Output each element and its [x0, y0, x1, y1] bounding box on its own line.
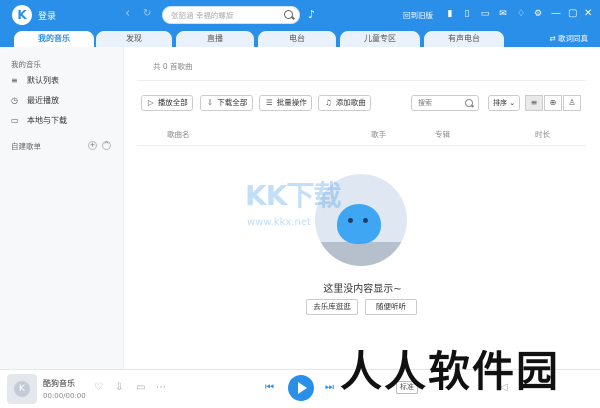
sync-icon: ⇄ — [549, 34, 558, 43]
search-icon[interactable] — [284, 10, 293, 19]
previous-button[interactable]: ⏮ — [265, 382, 274, 393]
add-playlist-icon[interactable]: + — [88, 141, 97, 150]
minimize-icon[interactable]: — — [551, 8, 561, 20]
comment-icon[interactable]: ▭ — [136, 382, 145, 394]
next-button[interactable]: ⏭ — [325, 382, 334, 393]
song-search-input[interactable] — [418, 98, 458, 108]
sidebar-item-default-list[interactable]: ≡ 默认列表 — [11, 74, 59, 88]
random-listen-button[interactable]: 随便听听 — [365, 299, 417, 315]
now-playing-title[interactable]: 酷狗音乐 — [43, 378, 75, 389]
illus-eye — [348, 218, 353, 223]
divider — [137, 80, 587, 81]
play-time: 00:00/00:00 — [43, 392, 86, 400]
sort-label: 排序 — [493, 99, 507, 107]
column-album[interactable]: 专辑 — [435, 129, 450, 140]
tab-discover[interactable]: 发现 — [96, 31, 172, 47]
top-search-box[interactable] — [162, 6, 300, 24]
monitor-icon: ▭ — [11, 116, 19, 125]
sync-label: 歌词同真 — [558, 34, 588, 43]
list-view-button[interactable]: ≡ — [525, 95, 543, 111]
main-tab-bar: 我的音乐 发现 直播 电台 儿童专区 有声电台 ⇄ 歌词同真 — [0, 30, 600, 47]
download-all-button[interactable]: ⇩ 下载全部 — [200, 95, 253, 111]
kugou-logo-icon[interactable]: K — [12, 5, 32, 25]
top-bar: K 登录 ‹ ↻ ♪ 回到旧版 ▮ ▯ ▭ ✉ ♢ ⚙ — ▢ ✕ — [0, 0, 600, 30]
back-arrow-icon[interactable]: ‹ — [125, 7, 130, 21]
column-duration[interactable]: 时长 — [535, 129, 550, 140]
illus-ground — [315, 242, 407, 266]
sidebar-item-local-download[interactable]: ▭ 本地与下载 — [11, 114, 67, 128]
sidebar: 我的音乐 ≡ 默认列表 ◷ 最近播放 ▭ 本地与下载 自建歌单 + ^ — [0, 47, 124, 369]
search-icon[interactable] — [465, 99, 473, 107]
more-icon[interactable]: ⋯ — [156, 382, 166, 394]
mobile-icon[interactable]: ▯ — [462, 9, 472, 19]
header-divider — [137, 145, 587, 146]
sidebar-item-label: 最近播放 — [27, 96, 59, 105]
rrsoft-watermark: 人人软件园 — [340, 347, 561, 396]
tab-audio-radio[interactable]: 有声电台 — [424, 31, 504, 47]
custom-playlist-title: 自建歌单 — [11, 142, 41, 151]
empty-state-text: 这里没内容显示~ — [323, 284, 402, 295]
playlist-ops: + ^ — [83, 140, 111, 150]
sidebar-item-recent[interactable]: ◷ 最近播放 — [11, 94, 59, 108]
vip-icon[interactable]: ♢ — [516, 9, 526, 19]
mic-icon[interactable]: ♪ — [308, 8, 315, 21]
play-all-button[interactable]: ▷ 播放全部 — [141, 95, 193, 111]
tab-live[interactable]: 直播 — [176, 31, 254, 47]
add-view-button[interactable]: ⊕ — [544, 95, 562, 111]
login-link[interactable]: 登录 — [38, 9, 56, 22]
kk-watermark-url: www.kkx.net — [247, 217, 311, 228]
column-singer[interactable]: 歌手 — [371, 129, 386, 140]
gear-icon[interactable]: ⚙ — [533, 9, 543, 19]
clock-icon: ◷ — [11, 96, 18, 105]
download-icon: ⇩ — [207, 98, 214, 107]
play-button[interactable] — [288, 375, 314, 401]
sidebar-item-label: 本地与下载 — [27, 116, 67, 125]
sync-lyrics-button[interactable]: ⇄ 歌词同真 — [549, 32, 588, 46]
album-cover[interactable]: K — [7, 374, 37, 404]
collapse-icon[interactable]: ^ — [102, 141, 111, 150]
main-panel: 共 0 首歌曲 ▷播放全部 ⇩下载全部 ☰批量操作 ♫添加歌曲 排序 ⌄ ≡ ⊕… — [125, 47, 600, 369]
chevron-down-icon: ⌄ — [507, 99, 516, 107]
refresh-icon[interactable]: ↻ — [143, 7, 151, 21]
old-version-link[interactable]: 回到旧版 — [403, 10, 433, 21]
add-song-button[interactable]: ♫ 添加歌曲 — [318, 95, 371, 111]
sidebar-item-label: 默认列表 — [27, 76, 59, 85]
add-song-label: 添加歌曲 — [335, 98, 366, 107]
list-icon: ☰ — [266, 98, 273, 107]
batch-label: 批量操作 — [276, 98, 307, 107]
sidebar-section-title: 我的音乐 — [11, 60, 41, 69]
play-icon: ▷ — [148, 98, 154, 107]
song-search-box[interactable] — [411, 95, 479, 111]
song-count: 共 0 首歌曲 — [153, 62, 193, 71]
download-all-label: 下载全部 — [217, 98, 248, 107]
kugou-logo-icon: K — [14, 381, 30, 397]
mail-icon[interactable]: ✉ — [498, 9, 508, 19]
tab-radio[interactable]: 电台 — [258, 31, 336, 47]
maximize-icon[interactable]: ▢ — [568, 8, 577, 20]
message-icon[interactable]: ▭ — [480, 9, 490, 19]
user-view-button[interactable]: ♙ — [563, 95, 581, 111]
kk-watermark: KK下载 — [245, 179, 341, 212]
illus-eye — [363, 218, 368, 223]
illus-mascot — [337, 204, 381, 244]
column-song[interactable]: 歌曲名 — [167, 129, 190, 140]
tab-kids[interactable]: 儿童专区 — [340, 31, 420, 47]
tab-my-music[interactable]: 我的音乐 — [14, 31, 94, 47]
download-icon[interactable]: ⇩ — [115, 382, 123, 394]
play-all-label: 播放全部 — [157, 98, 188, 107]
skin-icon[interactable]: ▮ — [445, 9, 455, 19]
music-note-icon: ♫ — [325, 98, 332, 107]
batch-operation-button[interactable]: ☰ 批量操作 — [259, 95, 312, 111]
sort-dropdown[interactable]: 排序 ⌄ — [488, 95, 520, 111]
close-icon[interactable]: ✕ — [584, 8, 592, 20]
list-icon: ≡ — [11, 76, 18, 85]
heart-icon[interactable]: ♡ — [94, 382, 103, 394]
go-library-button[interactable]: 去乐库逛逛 — [306, 299, 358, 315]
top-search-input[interactable] — [171, 9, 279, 21]
